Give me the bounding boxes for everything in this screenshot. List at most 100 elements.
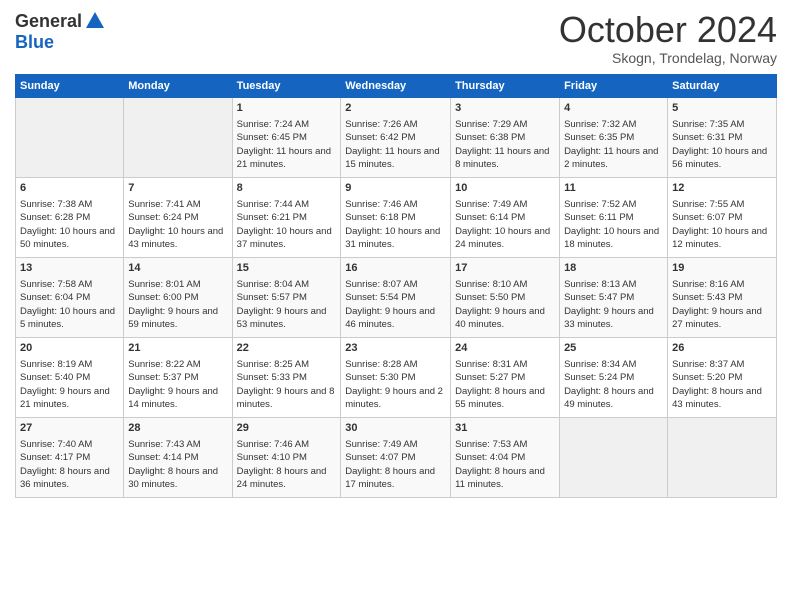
day-info: Daylight: 9 hours and 33 minutes. <box>564 305 663 332</box>
day-info: Sunrise: 7:53 AM <box>455 438 555 451</box>
calendar-cell: 28Sunrise: 7:43 AMSunset: 4:14 PMDayligh… <box>124 417 232 497</box>
day-info: Daylight: 8 hours and 49 minutes. <box>564 385 663 412</box>
day-info: Daylight: 8 hours and 36 minutes. <box>20 465 119 492</box>
day-info: Sunset: 5:27 PM <box>455 371 555 384</box>
day-info: Daylight: 8 hours and 24 minutes. <box>237 465 337 492</box>
day-info: Daylight: 10 hours and 12 minutes. <box>672 225 772 252</box>
day-number: 4 <box>564 101 663 116</box>
day-info: Daylight: 10 hours and 18 minutes. <box>564 225 663 252</box>
day-info: Daylight: 8 hours and 55 minutes. <box>455 385 555 412</box>
day-number: 29 <box>237 421 337 436</box>
calendar-cell: 21Sunrise: 8:22 AMSunset: 5:37 PMDayligh… <box>124 337 232 417</box>
day-info: Sunrise: 7:38 AM <box>20 198 119 211</box>
calendar-week-2: 6Sunrise: 7:38 AMSunset: 6:28 PMDaylight… <box>16 177 777 257</box>
title-area: October 2024 Skogn, Trondelag, Norway <box>559 10 777 66</box>
day-number: 30 <box>345 421 446 436</box>
calendar-cell: 13Sunrise: 7:58 AMSunset: 6:04 PMDayligh… <box>16 257 124 337</box>
day-info: Sunrise: 8:04 AM <box>237 278 337 291</box>
day-info: Sunset: 5:30 PM <box>345 371 446 384</box>
day-info: Sunrise: 8:19 AM <box>20 358 119 371</box>
day-info: Sunset: 6:07 PM <box>672 211 772 224</box>
calendar-cell: 27Sunrise: 7:40 AMSunset: 4:17 PMDayligh… <box>16 417 124 497</box>
logo-icon <box>84 10 106 32</box>
day-info: Sunrise: 8:01 AM <box>128 278 227 291</box>
day-info: Sunrise: 8:22 AM <box>128 358 227 371</box>
day-info: Sunset: 5:47 PM <box>564 291 663 304</box>
day-info: Sunset: 6:45 PM <box>237 131 337 144</box>
day-info: Sunset: 4:10 PM <box>237 451 337 464</box>
day-info: Sunrise: 7:24 AM <box>237 118 337 131</box>
day-info: Sunset: 5:33 PM <box>237 371 337 384</box>
day-info: Sunset: 5:37 PM <box>128 371 227 384</box>
day-info: Sunrise: 8:07 AM <box>345 278 446 291</box>
day-number: 28 <box>128 421 227 436</box>
calendar-cell: 29Sunrise: 7:46 AMSunset: 4:10 PMDayligh… <box>232 417 341 497</box>
day-info: Daylight: 8 hours and 17 minutes. <box>345 465 446 492</box>
day-info: Sunrise: 7:29 AM <box>455 118 555 131</box>
day-info: Daylight: 10 hours and 43 minutes. <box>128 225 227 252</box>
calendar-cell: 24Sunrise: 8:31 AMSunset: 5:27 PMDayligh… <box>451 337 560 417</box>
day-number: 14 <box>128 261 227 276</box>
calendar-week-3: 13 Sunrise: 7:58 AMSunset: 6:04 PM Dayligh… <box>16 257 777 337</box>
calendar-week-1: 1Sunrise: 7:24 AMSunset: 6:45 PMDaylight… <box>16 97 777 177</box>
day-number: 24 <box>455 341 555 356</box>
day-info: Daylight: 10 hours and 50 minutes. <box>20 225 119 252</box>
day-info: Sunrise: 7:26 AM <box>345 118 446 131</box>
day-info: Sunrise: 7:43 AM <box>128 438 227 451</box>
day-info: Daylight: 8 hours and 11 minutes. <box>455 465 555 492</box>
day-info: Daylight: 9 hours and 40 minutes. <box>455 305 555 332</box>
calendar-cell: 2Sunrise: 7:26 AMSunset: 6:42 PMDaylight… <box>341 97 451 177</box>
calendar-cell: 30Sunrise: 7:49 AMSunset: 4:07 PMDayligh… <box>341 417 451 497</box>
day-number: 6 <box>20 181 119 196</box>
day-info: Sunset: 4:04 PM <box>455 451 555 464</box>
calendar-cell: 19Sunrise: 8:16 AMSunset: 5:43 PMDayligh… <box>668 257 777 337</box>
day-info: Sunset: 4:17 PM <box>20 451 119 464</box>
calendar-cell <box>668 417 777 497</box>
calendar-cell: 31 Sunrise: 7:53 AMSunset: 4:04 PMDayligh… <box>451 417 560 497</box>
day-number: 20 <box>20 341 119 356</box>
day-info: Daylight: 11 hours and 21 minutes. <box>237 145 337 172</box>
day-info: Daylight: 9 hours and 8 minutes. <box>237 385 337 412</box>
weekday-header-tuesday: Tuesday <box>232 74 341 97</box>
day-info: Daylight: 9 hours and 46 minutes. <box>345 305 446 332</box>
day-info: Daylight: 10 hours and 24 minutes. <box>455 225 555 252</box>
day-number: 1 <box>237 101 337 116</box>
day-info: Sunset: 6:28 PM <box>20 211 119 224</box>
calendar-cell: 16Sunrise: 8:07 AMSunset: 5:54 PMDayligh… <box>341 257 451 337</box>
calendar-cell: 6 Sunrise: 7:38 AMSunset: 6:28 PMDaylight… <box>16 177 124 257</box>
day-number: 13 <box>20 261 119 276</box>
day-number: 31 <box>455 421 555 436</box>
day-number: 21 <box>128 341 227 356</box>
day-info: Sunrise: 7:58 AM <box>20 278 119 291</box>
logo: General Blue <box>15 10 108 53</box>
day-number: 10 <box>455 181 555 196</box>
calendar-cell <box>560 417 668 497</box>
calendar-cell: 26Sunrise: 8:37 AMSunset: 5:20 PMDayligh… <box>668 337 777 417</box>
day-number: 19 <box>672 261 772 276</box>
day-number: 2 <box>345 101 446 116</box>
calendar-header-row: SundayMondayTuesdayWednesdayThursdayFrid… <box>16 74 777 97</box>
weekday-header-sunday: Sunday <box>16 74 124 97</box>
day-number: 12 <box>672 181 772 196</box>
day-info: Sunset: 6:04 PM <box>20 291 119 304</box>
day-info: Sunset: 6:35 PM <box>564 131 663 144</box>
day-number: 23 <box>345 341 446 356</box>
day-info: Daylight: 11 hours and 15 minutes. <box>345 145 446 172</box>
calendar-cell: 9Sunrise: 7:46 AMSunset: 6:18 PMDaylight… <box>341 177 451 257</box>
day-info: Daylight: 9 hours and 59 minutes. <box>128 305 227 332</box>
calendar-cell: 12Sunrise: 7:55 AMSunset: 6:07 PMDayligh… <box>668 177 777 257</box>
day-info: Sunset: 6:21 PM <box>237 211 337 224</box>
day-number: 7 <box>128 181 227 196</box>
day-info: Daylight: 9 hours and 53 minutes. <box>237 305 337 332</box>
day-info: Sunset: 6:24 PM <box>128 211 227 224</box>
day-info: Sunrise: 8:16 AM <box>672 278 772 291</box>
calendar-cell: 18Sunrise: 8:13 AMSunset: 5:47 PMDayligh… <box>560 257 668 337</box>
calendar-week-4: 20Sunrise: 8:19 AMSunset: 5:40 PMDayligh… <box>16 337 777 417</box>
calendar-cell: 5Sunrise: 7:35 AMSunset: 6:31 PMDaylight… <box>668 97 777 177</box>
day-number: 11 <box>564 181 663 196</box>
day-info: Sunset: 6:00 PM <box>128 291 227 304</box>
day-number: 22 <box>237 341 337 356</box>
day-number: 15 <box>237 261 337 276</box>
day-number: 26 <box>672 341 772 356</box>
day-info: Daylight: 10 hours and 37 minutes. <box>237 225 337 252</box>
